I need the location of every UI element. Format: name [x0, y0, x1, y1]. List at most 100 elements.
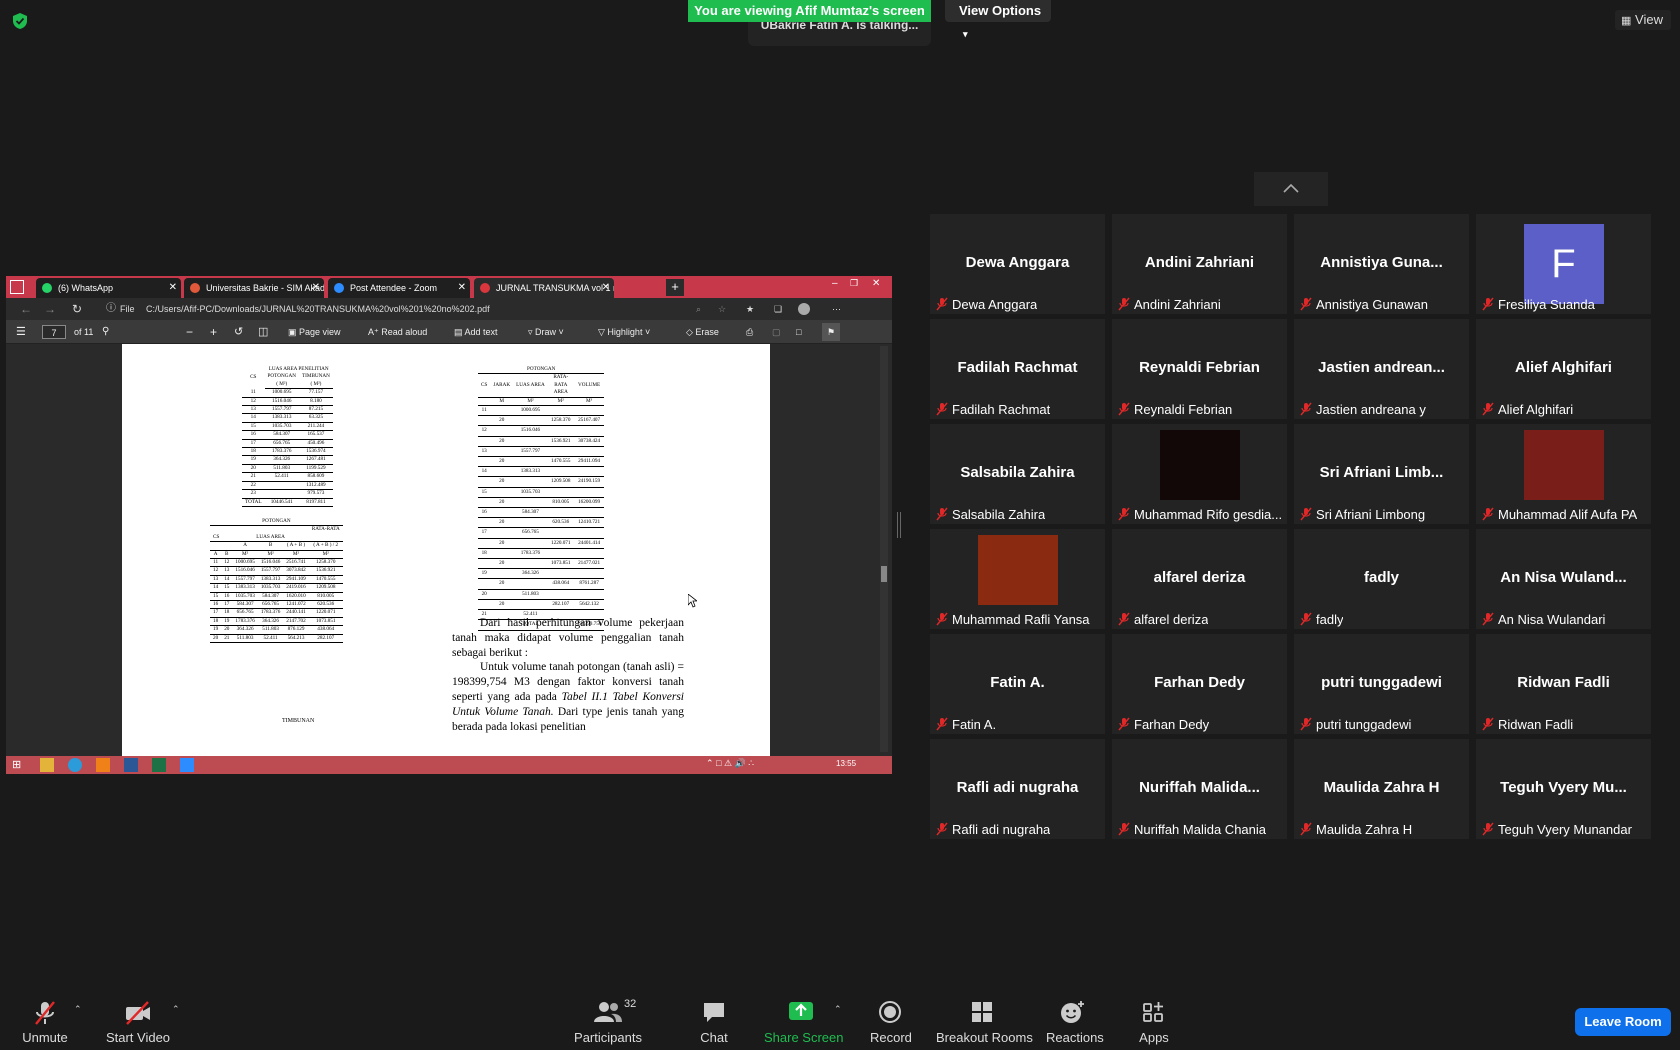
refresh-icon[interactable]: ↻	[72, 298, 82, 320]
erase-button[interactable]: ◇ Erase	[686, 320, 719, 344]
participant-tile[interactable]: Fatin A. Fatin A.	[930, 634, 1105, 734]
participant-tile[interactable]: Muhammad Alif Aufa PA	[1476, 424, 1651, 524]
new-tab-button[interactable]: +	[666, 279, 684, 296]
participant-tile[interactable]: An Nisa Wuland... An Nisa Wulandari	[1476, 529, 1651, 629]
search-icon[interactable]: ⚲	[102, 320, 109, 344]
gallery-page-up-button[interactable]	[1254, 172, 1328, 206]
audio-options-caret[interactable]: ⌃	[74, 1004, 82, 1015]
word-icon[interactable]	[124, 758, 138, 772]
participant-tile[interactable]: Muhammad Rafli Yansa	[930, 529, 1105, 629]
participant-tile[interactable]: Farhan Dedy Farhan Dedy	[1112, 634, 1287, 734]
more-menu-icon[interactable]: ⋯	[832, 298, 841, 320]
participant-tile[interactable]: Salsabila Zahira Salsabila Zahira	[930, 424, 1105, 524]
view-options-button[interactable]: View Options ▾	[945, 0, 1051, 39]
participant-tile[interactable]: F Fresiliya Suanda	[1476, 214, 1651, 314]
start-video-button[interactable]: Start Video	[104, 992, 172, 1050]
participant-tile[interactable]: Annistiya Guna... Annistiya Gunawan	[1294, 214, 1469, 314]
read-aloud-button[interactable]: A⁺ Read aloud	[368, 320, 427, 344]
participant-tile[interactable]: putri tunggadewi putri tunggadewi	[1294, 634, 1469, 734]
print-icon[interactable]: ⎙	[746, 320, 753, 344]
chat-button[interactable]: Chat	[694, 992, 734, 1050]
profile-avatar[interactable]	[798, 303, 810, 315]
participants-button[interactable]: 32 Participants	[570, 992, 646, 1050]
table-cell	[513, 538, 548, 549]
table-cell	[573, 548, 605, 560]
participant-video-thumbnail	[1523, 430, 1604, 500]
participant-tile[interactable]: Jastien andrean... Jastien andreana y	[1294, 319, 1469, 419]
tab-actions-icon[interactable]	[10, 280, 24, 294]
record-button[interactable]: Record	[870, 992, 912, 1050]
favorites-icon[interactable]: ★	[746, 298, 754, 320]
rotate-icon[interactable]: ↺	[234, 320, 243, 344]
participant-tile[interactable]: Ridwan Fadli Ridwan Fadli	[1476, 634, 1651, 734]
view-button[interactable]: ▦ View	[1615, 10, 1671, 30]
close-window-button[interactable]: ✕	[872, 278, 880, 289]
vlc-icon[interactable]	[96, 758, 110, 772]
forward-icon[interactable]: →	[44, 298, 56, 320]
close-tab-icon[interactable]: ✕	[169, 278, 177, 298]
close-tab-icon[interactable]: ✕	[312, 278, 320, 298]
excel-icon[interactable]	[152, 758, 166, 772]
close-tab-icon[interactable]: ✕	[602, 278, 610, 298]
participant-tile[interactable]: Fadilah Rachmat Fadilah Rachmat	[930, 319, 1105, 419]
breakout-rooms-button[interactable]: Breakout Rooms	[936, 992, 1033, 1050]
participant-tile[interactable]: Sri Afriani Limb... Sri Afriani Limbong	[1294, 424, 1469, 524]
apps-button[interactable]: Apps	[1134, 992, 1174, 1050]
save-as-icon[interactable]: □	[796, 320, 801, 344]
highlight-button[interactable]: ▽ Highlight ˅	[598, 320, 650, 344]
windows-start-icon[interactable]: ⊞	[12, 758, 26, 772]
microphone-muted-icon	[1482, 402, 1494, 416]
participant-tile[interactable]: Reynaldi Febrian Reynaldi Febrian	[1112, 319, 1287, 419]
leave-room-button[interactable]: Leave Room	[1575, 1008, 1671, 1036]
save-icon[interactable]: ▢	[772, 320, 781, 344]
participant-tile[interactable]: fadly fadly	[1294, 529, 1469, 629]
security-shield-icon[interactable]	[12, 12, 28, 30]
reactions-button[interactable]: Reactions	[1046, 992, 1104, 1050]
video-options-caret[interactable]: ⌃	[172, 1004, 180, 1015]
participant-tile[interactable]: alfarel deriza alfarel deriza	[1112, 529, 1287, 629]
zoom-out-icon[interactable]: −	[186, 320, 193, 344]
fit-page-icon[interactable]: ◫	[258, 320, 268, 344]
participant-tile[interactable]: Alief Alghifari Alief Alghifari	[1476, 319, 1651, 419]
draw-button[interactable]: ▿ Draw ˅	[528, 320, 564, 344]
minimize-window-button[interactable]: –	[832, 278, 838, 289]
table-cell: 1557.797	[257, 566, 284, 576]
participant-tile[interactable]: Muhammad Rifo gesdia...	[1112, 424, 1287, 524]
table-cell: 858.609	[298, 472, 333, 482]
browser-tab[interactable]: Post Attendee - Zoom ✕	[328, 278, 470, 298]
browser-tab[interactable]: (6) WhatsApp ✕	[36, 278, 181, 298]
table-header-cell: POTONGAN	[267, 373, 296, 380]
participant-tile[interactable]: Maulida Zahra H Maulida Zahra H	[1294, 739, 1469, 839]
share-screen-button[interactable]: Share Screen	[764, 992, 844, 1050]
tray-icons[interactable]: ⌃ □ ⚠ 🔊 ∴	[706, 758, 754, 769]
pin-toolbar-icon[interactable]: ⚑	[822, 323, 840, 341]
back-icon[interactable]: ←	[20, 298, 32, 320]
url-field[interactable]: C:/Users/Afif-PC/Downloads/JURNAL%20TRAN…	[146, 298, 666, 320]
collections-icon[interactable]: ❏	[774, 298, 782, 320]
browser-tab[interactable]: JURNAL TRANSUKMA vol 1 no 2✕	[474, 278, 614, 298]
zoom-app-icon[interactable]	[180, 758, 194, 772]
participant-tile[interactable]: Nuriffah Malida... Nuriffah Malida Chania	[1112, 739, 1287, 839]
share-options-caret[interactable]: ⌃	[834, 1004, 842, 1015]
edge-browser-icon[interactable]	[68, 758, 82, 772]
browser-tab[interactable]: Universitas Bakrie - SIM Akadem✕	[184, 278, 324, 298]
pdf-scrollbar[interactable]	[880, 346, 888, 752]
add-text-button[interactable]: ▤ Add text	[454, 320, 498, 344]
page-view-button[interactable]: ▣ Page view	[288, 320, 341, 344]
zoom-icon[interactable]: ⌕	[696, 298, 701, 320]
zoom-in-icon[interactable]: +	[210, 320, 217, 344]
contents-icon[interactable]: ☰	[16, 320, 26, 344]
participant-tile[interactable]: Andini Zahriani Andini Zahriani	[1112, 214, 1287, 314]
participant-tile[interactable]: Dewa Anggara Dewa Anggara	[930, 214, 1105, 314]
page-number-input[interactable]: 7	[42, 325, 66, 339]
read-aloud-icon[interactable]: ☆	[718, 298, 726, 320]
unmute-button[interactable]: Unmute	[14, 992, 76, 1050]
participant-tile[interactable]: Teguh Vyery Mu... Teguh Vyery Munandar	[1476, 739, 1651, 839]
pdf-scrollbar-thumb[interactable]	[881, 566, 887, 582]
close-tab-icon[interactable]: ✕	[458, 278, 466, 298]
table-cell	[478, 476, 491, 488]
file-explorer-icon[interactable]	[40, 758, 54, 772]
participant-tile[interactable]: Rafli adi nugraha Rafli adi nugraha	[930, 739, 1105, 839]
resize-splitter[interactable]	[897, 512, 901, 538]
maximize-window-button[interactable]: ❐	[850, 278, 858, 289]
